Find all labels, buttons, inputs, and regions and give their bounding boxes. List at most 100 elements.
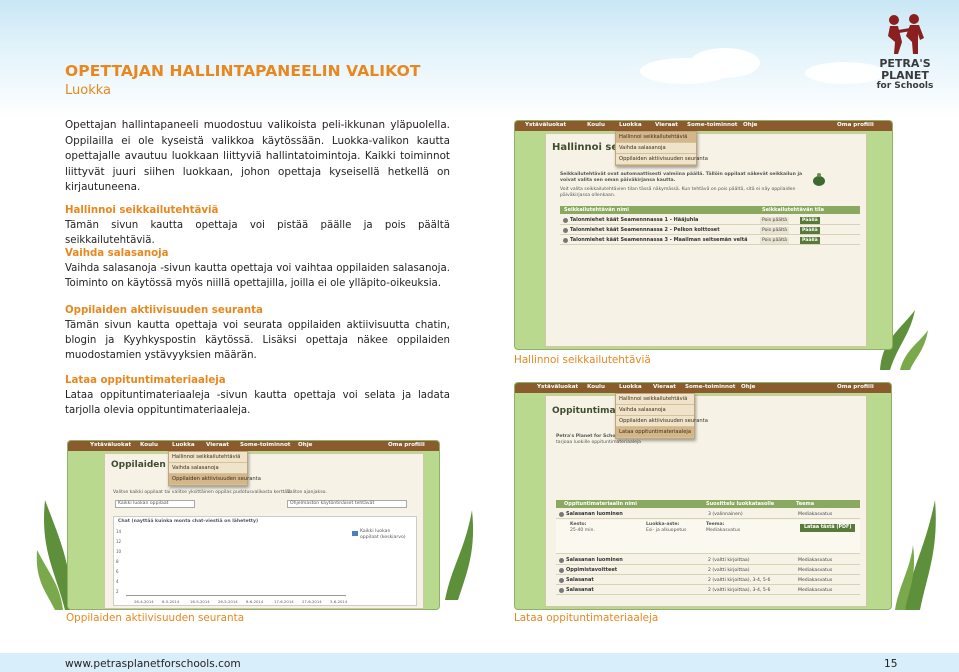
nav-item[interactable]: Vieraat bbox=[653, 384, 676, 390]
row-grade: 3 (valinnainen) bbox=[708, 512, 743, 517]
expand-icon[interactable] bbox=[559, 588, 564, 593]
footer-url[interactable]: www.petrasplanetforschools.com bbox=[65, 658, 241, 670]
nav-item[interactable]: Luokka bbox=[619, 122, 642, 128]
expand-icon[interactable] bbox=[559, 578, 564, 583]
logo-line-1: PETRA'S bbox=[879, 57, 931, 70]
nav-item[interactable]: Koulu bbox=[587, 384, 605, 390]
row-name: Salasanat bbox=[566, 577, 594, 583]
nav-item[interactable]: Some-toiminnot bbox=[685, 384, 735, 390]
row-name: Oppimistavoitteet bbox=[566, 567, 618, 573]
cloud bbox=[690, 48, 760, 78]
y-tick: 14 bbox=[116, 529, 122, 534]
nav-item[interactable]: Ystäväluokat bbox=[525, 122, 566, 128]
row-grade: 2 (valtti kirjoittaa) bbox=[708, 558, 750, 563]
nav-item[interactable]: Oma profiili bbox=[388, 442, 425, 448]
nav-item[interactable]: Ystäväluokat bbox=[90, 442, 131, 448]
menu-item[interactable]: Hallinnoi seikkailutehtäviä bbox=[616, 394, 694, 405]
screenshot-activity-tracking: Ystäväluokat Koulu Luokka Vieraat Some-t… bbox=[67, 440, 440, 610]
nav-item[interactable]: Vieraat bbox=[655, 122, 678, 128]
column-header: Suosittelu luokkatasolle bbox=[706, 501, 775, 507]
column-header: Oppituntimateriaalin nimi bbox=[564, 501, 637, 507]
menu-item[interactable]: Hallinnoi seikkailutehtäviä bbox=[616, 132, 696, 143]
section-activity-tracking: Oppilaiden aktiivisuuden seuranta Tämän … bbox=[65, 303, 450, 363]
luokka-dropdown: Hallinnoi seikkailutehtäviä Vaihda salas… bbox=[615, 393, 708, 439]
x-tick: 17-6-2014 bbox=[274, 599, 294, 604]
expand-icon[interactable] bbox=[559, 512, 564, 517]
menu-item[interactable]: Lataa oppituntimateriaaleja bbox=[616, 427, 694, 438]
nav-item[interactable]: Some-toiminnot bbox=[240, 442, 290, 448]
nav-item[interactable]: Koulu bbox=[140, 442, 158, 448]
intro-line: tarjoaa luokille oppituntimateriaaleja bbox=[556, 440, 641, 445]
column-header: Seikkailutehtävän tila bbox=[762, 207, 824, 213]
table-row[interactable]: Salasanat 2 (valtti kirjoittaa), 3-4, 5-… bbox=[556, 586, 860, 595]
nav-item[interactable]: Oma profiili bbox=[837, 122, 874, 128]
page-subtitle: Luokka bbox=[65, 83, 112, 98]
nav-item[interactable]: Luokka bbox=[172, 442, 195, 448]
on-toggle[interactable]: Päällä bbox=[800, 237, 820, 244]
row-name: Talonmiehet käät Seamennnassa 3 - Maailm… bbox=[570, 237, 748, 243]
menu-item[interactable]: Vaihda salasanoja bbox=[169, 463, 247, 474]
row-theme: Mediakasvatus bbox=[798, 512, 833, 517]
detail-value: Mediakasvatus bbox=[706, 528, 741, 533]
logo-line-2: PLANET bbox=[881, 69, 929, 82]
on-toggle[interactable]: Päällä bbox=[800, 227, 820, 234]
off-toggle[interactable]: Pois päältä bbox=[760, 217, 789, 224]
x-tick: 26-5-2014 bbox=[218, 599, 238, 604]
section-manage-adventures: Hallinnoi seikkailutehtäviä Tämän sivun … bbox=[65, 203, 450, 248]
menu-item[interactable]: Hallinnoi seikkailutehtäviä bbox=[169, 452, 247, 463]
y-tick: 12 bbox=[116, 539, 122, 544]
off-toggle[interactable]: Pois päältä bbox=[760, 227, 789, 234]
nav-item[interactable]: Oma profiili bbox=[837, 384, 874, 390]
download-pdf-button[interactable]: Lataa tästä (PDF) bbox=[800, 524, 856, 532]
nav-item[interactable]: Ohje bbox=[743, 122, 757, 128]
row-name: Talonmiehet käät Seamennnassa 1 - Hääjuh… bbox=[570, 217, 699, 223]
section-heading: Lataa oppituntimateriaaleja bbox=[65, 375, 226, 386]
menu-item[interactable]: Vaihda salasanoja bbox=[616, 405, 694, 416]
expand-icon[interactable] bbox=[563, 228, 568, 233]
expand-icon[interactable] bbox=[563, 238, 568, 243]
kids-silhouette-icon bbox=[888, 14, 924, 54]
menu-item[interactable]: Oppilaiden aktiivisuuden seuranta bbox=[616, 154, 708, 165]
x-tick: 16-5-2014 bbox=[190, 599, 210, 604]
on-toggle[interactable]: Päällä bbox=[800, 217, 820, 224]
menu-item[interactable]: Oppilaiden aktiivisuuden seuranta bbox=[169, 474, 261, 485]
plant-decoration bbox=[445, 510, 474, 600]
period-select[interactable]: Ohjelmaston käytöntinäiset tehtävät bbox=[287, 500, 407, 508]
chart-area: Chat (nayttää kuinka monta chat-viestiä … bbox=[113, 516, 417, 606]
expand-icon[interactable] bbox=[563, 218, 568, 223]
table-row[interactable]: Salasanan luominen 3 (valinnainen) Media… bbox=[556, 510, 860, 519]
table-row[interactable]: Salasanat 2 (valtti kirjoittaa), 3-4, 5-… bbox=[556, 576, 860, 585]
row-name: Salasanan luominen bbox=[566, 511, 623, 517]
nav-item[interactable]: Some-toiminnot bbox=[687, 122, 737, 128]
top-nav: Ystäväluokat Koulu Luokka Vieraat Some-t… bbox=[515, 383, 891, 393]
nav-item[interactable]: Ystäväluokat bbox=[537, 384, 578, 390]
row-name: Salasanat bbox=[566, 587, 594, 593]
screenshot-lesson-materials: Ystäväluokat Koulu Luokka Vieraat Some-t… bbox=[514, 382, 892, 610]
row-theme: Mediakasvatus bbox=[798, 568, 833, 573]
expand-icon[interactable] bbox=[559, 568, 564, 573]
x-tick: 27-6-2014 bbox=[302, 599, 322, 604]
menu-item[interactable]: Oppilaiden aktiivisuuden seuranta bbox=[616, 416, 708, 427]
y-tick: 4 bbox=[116, 579, 119, 584]
caption: Hallinnoi seikkailutehtäviä bbox=[514, 354, 651, 366]
student-select[interactable]: Kaikki luokan oppilaat bbox=[115, 500, 195, 508]
detail-value: Esi- ja alkuopetus bbox=[646, 528, 687, 533]
off-toggle[interactable]: Pois päältä bbox=[760, 237, 789, 244]
table-row[interactable]: Salasanan luominen 2 (valtti kirjoittaa)… bbox=[556, 556, 860, 565]
nav-item[interactable]: Luokka bbox=[619, 384, 642, 390]
luokka-dropdown: Hallinnoi seikkailutehtäviä Vaihda salas… bbox=[615, 131, 708, 166]
legend-swatch bbox=[352, 531, 358, 536]
top-nav: Ystäväluokat Koulu Luokka Vieraat Some-t… bbox=[68, 441, 439, 451]
table-row[interactable]: Oppimistavoitteet 2 (valtti kirjoittaa) … bbox=[556, 566, 860, 575]
intro-paragraph: Opettajan hallintapaneeli muodostuu vali… bbox=[65, 119, 450, 194]
logo-line-3: for Schools bbox=[876, 81, 934, 91]
section-heading: Oppilaiden aktiivisuuden seuranta bbox=[65, 305, 263, 316]
menu-item[interactable]: Vaihda salasanoja bbox=[616, 143, 696, 154]
nav-item[interactable]: Ohje bbox=[741, 384, 755, 390]
nav-item[interactable]: Koulu bbox=[587, 122, 605, 128]
table-header: Seikkailutehtävän nimi Seikkailutehtävän… bbox=[560, 206, 860, 214]
nav-item[interactable]: Ohje bbox=[298, 442, 312, 448]
section-heading: Vaihda salasanoja bbox=[65, 248, 169, 259]
nav-item[interactable]: Vieraat bbox=[206, 442, 229, 448]
expand-icon[interactable] bbox=[559, 558, 564, 563]
